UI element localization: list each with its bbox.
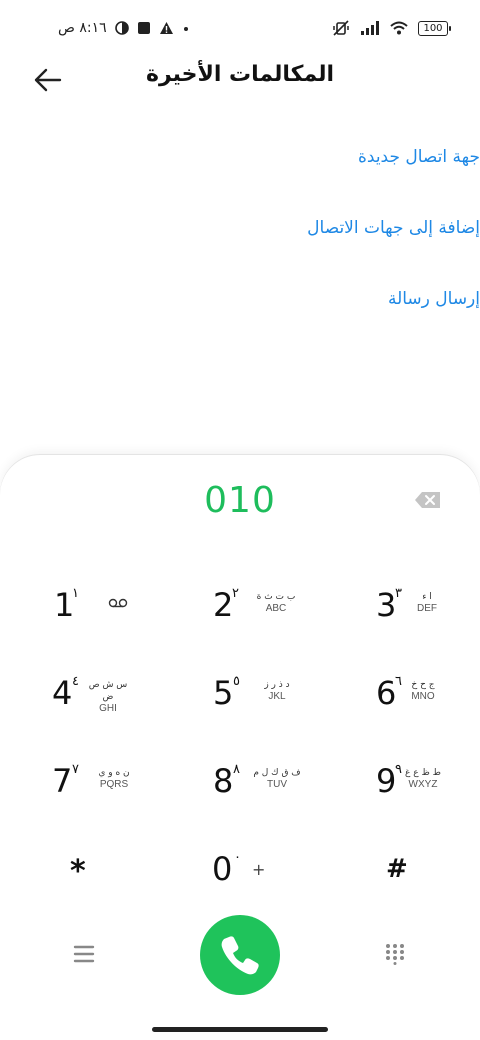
key-7[interactable]: 7 ٧ ن ه و ي PQRS xyxy=(0,736,160,824)
key-9[interactable]: 9 ٩ ط ظ ع غ WXYZ xyxy=(320,736,480,824)
key-digit: 9 xyxy=(376,762,397,800)
key-1[interactable]: 1 ١ xyxy=(0,560,160,648)
key-arabic-digit: ٨ xyxy=(233,762,240,777)
add-to-contacts-link[interactable]: إضافة إلى جهات الاتصال xyxy=(307,218,480,238)
status-bar-left: ٨:١٦ ص xyxy=(58,16,190,40)
key-digit: 0 xyxy=(212,850,233,888)
key-letters: د ذ ر ز JKL xyxy=(264,680,290,702)
key-star[interactable]: * xyxy=(0,824,160,912)
key-arabic-digit: ٢ xyxy=(232,586,239,601)
phone-icon xyxy=(221,936,259,975)
menu-icon[interactable] xyxy=(73,944,95,964)
key-arabic-digit: ٥ xyxy=(233,674,240,689)
key-digit: 4 xyxy=(52,674,73,712)
key-8[interactable]: 8 ٨ ف ق ك ل م TUV xyxy=(160,736,320,824)
key-digit: 6 xyxy=(376,674,397,712)
key-letters: ا ء DEF xyxy=(417,592,437,614)
key-digit: * xyxy=(70,854,86,889)
key-arabic-digit: ٦ xyxy=(395,674,402,689)
key-arabic-digit: ١ xyxy=(72,586,79,601)
dot-icon xyxy=(183,27,188,31)
dialed-number[interactable]: 010 xyxy=(0,480,480,521)
backspace-icon[interactable] xyxy=(414,490,442,510)
key-digit: 8 xyxy=(213,762,234,800)
page-title: المكالمات الأخيرة xyxy=(145,62,335,87)
key-digit: 7 xyxy=(52,762,73,800)
key-digit: 5 xyxy=(213,674,234,712)
key-letters: ج ح خ MNO xyxy=(411,680,435,702)
key-3[interactable]: 3 ٣ ا ء DEF xyxy=(320,560,480,648)
battery-icon: 100 xyxy=(418,20,451,36)
status-bar-right: 100 xyxy=(332,16,451,40)
mute-vibrate-icon xyxy=(333,20,349,36)
theme-circle-icon xyxy=(114,21,129,35)
key-letters: ن ه و ي PQRS xyxy=(98,768,130,790)
send-message-link[interactable]: إرسال رسالة xyxy=(388,289,480,309)
key-6[interactable]: 6 ٦ ج ح خ MNO xyxy=(320,648,480,736)
key-arabic-digit: ٤ xyxy=(72,674,79,689)
status-time: ٨:١٦ ص xyxy=(58,20,107,36)
dialpad-grid-icon[interactable] xyxy=(385,943,405,965)
key-5[interactable]: 5 ٥ د ذ ر ز JKL xyxy=(160,648,320,736)
key-letters: س ش ص ض GHI xyxy=(88,680,128,714)
warning-icon xyxy=(159,22,173,34)
key-4[interactable]: 4 ٤ س ش ص ض GHI xyxy=(0,648,160,736)
square-app-icon xyxy=(137,22,150,34)
key-letters: ط ظ ع غ WXYZ xyxy=(405,768,441,790)
voicemail-icon xyxy=(108,598,128,608)
key-0[interactable]: 0 ٠ + xyxy=(160,824,320,912)
key-arabic-digit: ٠ xyxy=(234,850,241,865)
key-arabic-digit: ٩ xyxy=(395,762,402,777)
home-indicator[interactable] xyxy=(152,1027,328,1032)
wifi-icon xyxy=(390,21,408,35)
key-arabic-digit: ٧ xyxy=(72,762,79,777)
signal-icon xyxy=(361,21,379,35)
key-digit: 2 xyxy=(213,586,234,624)
new-contact-link[interactable]: جهة اتصال جديدة xyxy=(358,147,480,167)
key-plus-label: + xyxy=(252,860,266,879)
key-digit: # xyxy=(386,854,408,884)
key-letters: ب ت ث ة ABC xyxy=(256,592,296,614)
key-digit: 3 xyxy=(376,586,397,624)
key-arabic-digit: ٣ xyxy=(395,586,402,601)
call-button[interactable] xyxy=(200,915,280,995)
key-2[interactable]: 2 ٢ ب ت ث ة ABC xyxy=(160,560,320,648)
key-letters: ف ق ك ل م TUV xyxy=(253,768,301,790)
key-hash[interactable]: # xyxy=(320,824,480,912)
